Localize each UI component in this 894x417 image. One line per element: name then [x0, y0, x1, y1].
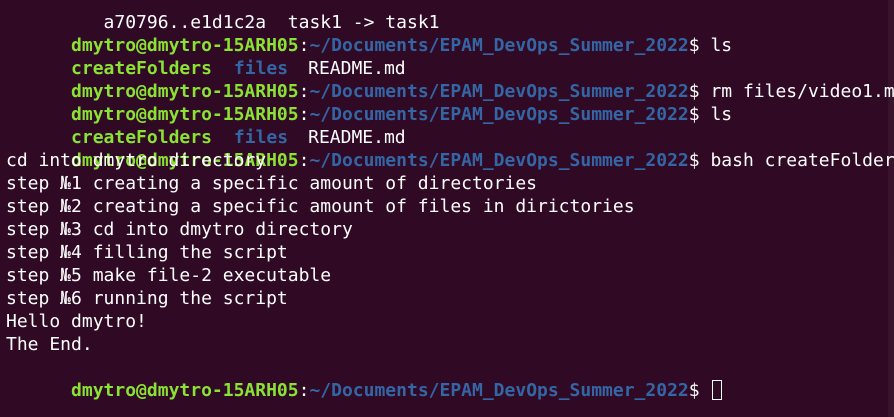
prompt-colon: : [298, 35, 310, 56]
prompt-user: dmytro@dmytro-15ARH05 [71, 380, 299, 401]
prompt-colon: : [298, 380, 310, 401]
command-text: rm files/video1.mkv [710, 81, 894, 102]
prompt-user: dmytro@dmytro-15ARH05 [71, 81, 299, 102]
prompt-user: dmytro@dmytro-15ARH05 [71, 35, 299, 56]
terminal-scrollbar[interactable] [888, 0, 894, 417]
command-text: bash createFolders [710, 150, 894, 171]
output-text: step №4 filling the script [6, 242, 288, 263]
output-line: step №2 creating a specific amount of fi… [6, 195, 894, 218]
ls-entry-executable: createFolders [71, 127, 212, 148]
ls-entry-directory: files [233, 127, 289, 148]
partial-top-line: a70796..e1d1c2a task1 -> task1 [6, 0, 894, 33]
prompt-path: ~/Documents/EPAM_DevOps_Summer_2022 [309, 81, 689, 102]
active-prompt-line[interactable]: dmytro@dmytro-15ARH05:~/Documents/EPAM_D… [6, 356, 894, 401]
ls-entry-directory: files [233, 58, 289, 79]
output-text: step №5 make file-2 executable [6, 265, 332, 286]
output-line: step №3 cd into dmytro directory [6, 218, 894, 241]
ls-entry-executable: createFolders [71, 58, 212, 79]
prompt-colon: : [298, 150, 310, 171]
prompt-dollar: $ [688, 35, 711, 56]
output-line: step №4 filling the script [6, 241, 894, 264]
output-text: a70796..e1d1c2a task1 -> task1 [71, 12, 440, 33]
output-line: Hello dmytro! [6, 310, 894, 333]
prompt-colon: : [298, 81, 310, 102]
output-text: step №6 running the script [6, 288, 288, 309]
output-text: The End. [6, 334, 93, 355]
prompt-dollar: $ [688, 81, 711, 102]
output-line: step №5 make file-2 executable [6, 264, 894, 287]
prompt-user: dmytro@dmytro-15ARH05 [71, 104, 299, 125]
prompt-dollar: $ [688, 380, 711, 401]
terminal-output: a70796..e1d1c2a task1 -> task1 dmytro@dm… [6, 0, 894, 401]
ls-entry-file: README.md [308, 58, 406, 79]
ls-entry-file: README.md [308, 127, 406, 148]
output-line: step №1 creating a specific amount of di… [6, 172, 894, 195]
output-text: Hello dmytro! [6, 311, 147, 332]
prompt-dollar: $ [688, 104, 711, 125]
output-line: step №6 running the script [6, 287, 894, 310]
command-text: ls [710, 35, 733, 56]
prompt-path: ~/Documents/EPAM_DevOps_Summer_2022 [309, 150, 689, 171]
output-text: cd into dmytro directory [6, 150, 267, 171]
terminal-window[interactable]: a70796..e1d1c2a task1 -> task1 dmytro@dm… [0, 0, 894, 417]
prompt-path: ~/Documents/EPAM_DevOps_Summer_2022 [309, 104, 689, 125]
output-text: step №1 creating a specific amount of di… [6, 173, 538, 194]
output-line: The End. [6, 333, 894, 356]
prompt-path: ~/Documents/EPAM_DevOps_Summer_2022 [309, 35, 689, 56]
output-text: step №2 creating a specific amount of fi… [6, 196, 635, 217]
text-cursor[interactable] [712, 380, 723, 400]
command-text: ls [710, 104, 733, 125]
prompt-path: ~/Documents/EPAM_DevOps_Summer_2022 [309, 380, 689, 401]
prompt-dollar: $ [688, 150, 711, 171]
output-text: step №3 cd into dmytro directory [6, 219, 353, 240]
prompt-colon: : [298, 104, 310, 125]
